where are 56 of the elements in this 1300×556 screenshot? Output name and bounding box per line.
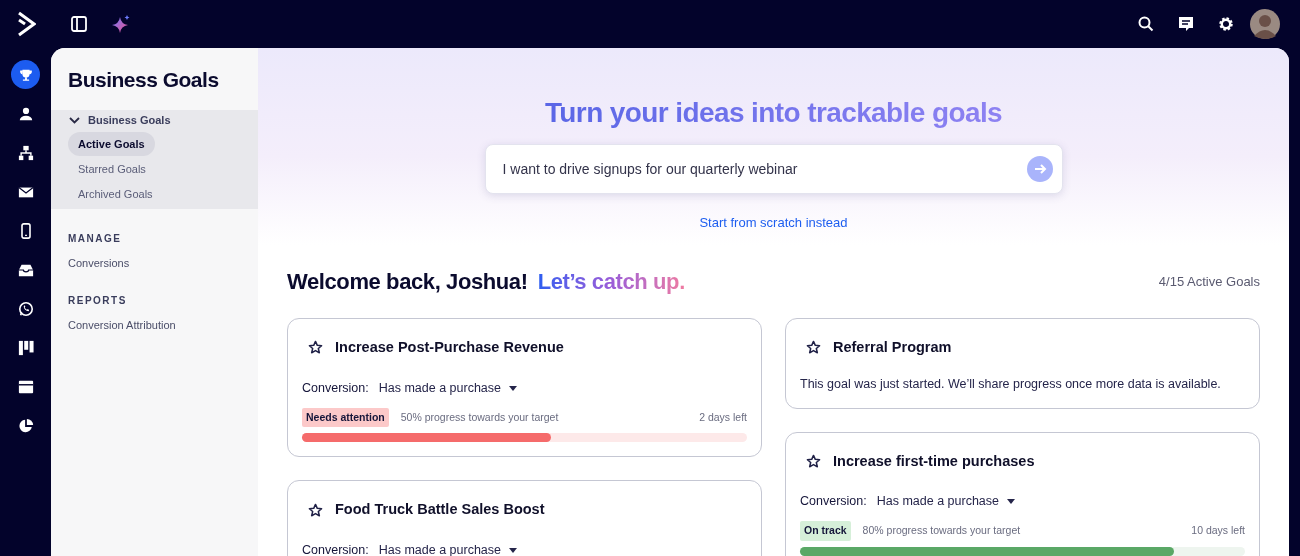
progress-text: 50% progress towards your target (400, 409, 559, 425)
section-heading: MANAGE (68, 231, 122, 246)
settings-icon[interactable] (1218, 16, 1234, 32)
conversion-label: Conversion: (302, 542, 369, 556)
sidebar-group-label[interactable]: Business Goals (88, 112, 171, 129)
sidebar-item[interactable]: Starred Goals (68, 156, 156, 182)
progress-text: 80% progress towards your target (862, 523, 1021, 538)
sidebar-toggle-icon[interactable] (71, 16, 87, 32)
goal-card[interactable]: Increase Post-Purchase Revenue Conversion: Has made a purchase Needs attention 50% progress towards your target 2 days left (287, 318, 762, 458)
sidebar-link[interactable]: Conversions (68, 254, 130, 271)
goal-card[interactable]: Increase first-time purchases Conversion: Has made a purchase On track 80% progress towards your target 10 days left (785, 431, 1260, 556)
conversion-label: Conversion: (302, 379, 369, 397)
browser-window-icon (17, 378, 34, 395)
sidebar-item[interactable]: Archived Goals (68, 181, 163, 207)
star-icon[interactable] (308, 340, 323, 356)
active-goals-count: 4/15 Active Goals (1158, 272, 1260, 291)
kanban-icon (17, 339, 34, 356)
welcome-heading: Welcome back, Joshua! (287, 268, 528, 296)
start-from-scratch-link[interactable]: Start from scratch instead (699, 213, 848, 233)
caret-icon (509, 547, 517, 553)
person-icon (17, 105, 34, 122)
goal-title: Increase Post-Purchase Revenue (335, 338, 564, 357)
status-badge: Needs attention (302, 407, 389, 428)
star-icon[interactable] (308, 502, 323, 518)
star-icon[interactable] (806, 453, 821, 469)
caret-icon (1007, 499, 1015, 505)
sparkle-icon[interactable] (111, 14, 131, 34)
star-icon[interactable] (806, 340, 821, 356)
search-icon[interactable] (1138, 16, 1154, 32)
goal-card[interactable]: Referral Program This goal was just started. We’ll share progress once more data is available. (785, 318, 1260, 409)
avatar[interactable] (1250, 9, 1280, 39)
conversion-dropdown[interactable]: Has made a purchase (378, 378, 517, 398)
chat-icon[interactable] (1178, 16, 1194, 32)
conversion-label: Conversion: (800, 493, 867, 511)
chevron-icon[interactable] (69, 115, 80, 126)
section-heading: REPORTS (68, 294, 127, 308)
caret-icon (509, 385, 517, 391)
goal-card[interactable]: Food Truck Battle Sales Boost Conversion: Has made a purchase (287, 480, 762, 556)
goal-title: Food Truck Battle Sales Boost (335, 500, 545, 520)
goal-title: Increase first-time purchases (833, 451, 1035, 471)
goal-title: Referral Program (833, 338, 952, 357)
sidebar-title: Business Goals (67, 67, 220, 93)
whatsapp-icon (17, 300, 34, 317)
pie-chart-icon (17, 417, 34, 434)
org-chart-icon (17, 144, 34, 161)
sidebar-link[interactable]: Conversion Attribution (68, 317, 176, 334)
days-left: 2 days left (699, 409, 747, 425)
nav-item[interactable] (11, 60, 40, 89)
days-left: 10 days left (1191, 523, 1245, 538)
prompt-field[interactable]: I want to drive signups for our quarterly webinar (484, 144, 1063, 194)
logo-icon[interactable] (15, 11, 36, 37)
goal-message: This goal was just started. We’ll share progress once more data is available. (800, 375, 1222, 393)
conversion-dropdown[interactable]: Has made a purchase (378, 541, 517, 556)
status-badge: On track (800, 521, 851, 541)
sidebar-item[interactable]: Active Goals (68, 131, 155, 157)
conversion-dropdown[interactable]: Has made a purchase (876, 492, 1015, 511)
